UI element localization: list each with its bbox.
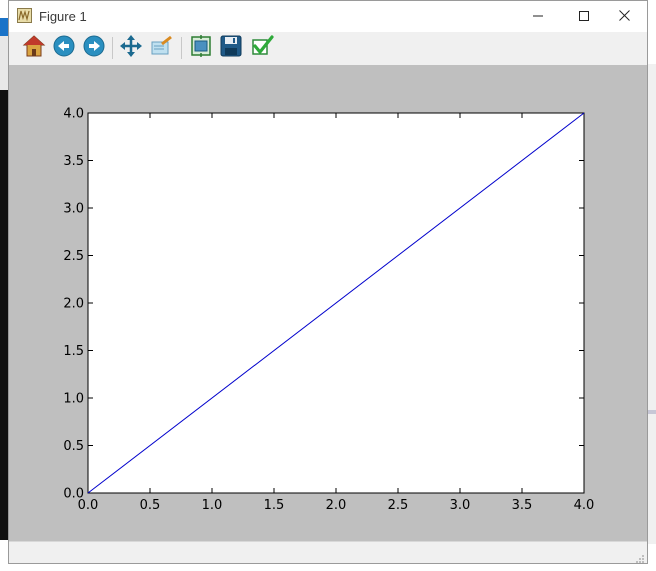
home-icon xyxy=(22,34,46,63)
navigation-toolbar xyxy=(9,32,647,65)
save-button[interactable] xyxy=(218,35,244,61)
x-tick-label: 4.0 xyxy=(574,498,595,513)
home-button[interactable] xyxy=(21,34,47,63)
figure-window: Figure 1 0.0 0.5 1.0 1.5 2.0 2.5 3.0 3.5… xyxy=(8,0,648,564)
back-arrow-icon xyxy=(52,34,76,63)
background-window-strip xyxy=(0,90,8,540)
x-tick-label: 1.0 xyxy=(202,498,223,513)
x-tick-label: 2.0 xyxy=(326,498,347,513)
pan-move-icon xyxy=(119,34,143,63)
resize-grip-icon[interactable] xyxy=(635,551,645,563)
line-chart: 0.0 0.5 1.0 1.5 2.0 2.5 3.0 3.5 4.00.00.51.01.52… xyxy=(63,107,595,514)
zoom-rect-icon xyxy=(150,34,174,63)
pan-button[interactable] xyxy=(118,34,144,63)
x-tick-label: 2.5 xyxy=(388,498,409,513)
toolbar-separator xyxy=(112,37,113,59)
back-button[interactable] xyxy=(51,35,77,61)
title-bar[interactable]: Figure 1 xyxy=(9,1,647,32)
y-tick-label: 4.0 xyxy=(63,107,84,122)
minimize-icon xyxy=(533,8,543,26)
save-floppy-icon xyxy=(219,34,243,63)
window-title: Figure 1 xyxy=(39,9,87,24)
edit-parameters-button[interactable] xyxy=(249,34,275,63)
toolbar-separator xyxy=(181,37,182,59)
x-tick-label: 3.5 xyxy=(512,498,533,513)
y-tick-label: 1.5 xyxy=(63,344,84,359)
close-icon xyxy=(618,8,630,26)
y-tick-label: 1.0 xyxy=(63,392,84,407)
configure-subplots-icon xyxy=(189,34,213,63)
y-tick-label: 3.0 xyxy=(63,202,84,217)
y-tick-label: 0.5 xyxy=(63,439,84,454)
forward-button[interactable] xyxy=(81,35,107,61)
configure-subplots-button[interactable] xyxy=(188,34,214,63)
app-icon xyxy=(17,8,32,23)
x-tick-label: 3.0 xyxy=(450,498,471,513)
background-window-strip xyxy=(0,36,8,90)
minimize-button[interactable] xyxy=(515,1,561,32)
y-tick-label: 0.0 xyxy=(63,487,84,502)
background-window-strip xyxy=(0,18,8,36)
status-bar xyxy=(9,541,647,563)
figure-canvas[interactable]: 0.0 0.5 1.0 1.5 2.0 2.5 3.0 3.5 4.0 0.0 0.5 1.0 1.5 2… xyxy=(9,65,647,541)
maximize-icon xyxy=(579,8,589,26)
y-tick-label: 3.5 xyxy=(63,154,84,169)
close-button[interactable] xyxy=(601,1,647,32)
edit-checkmark-icon xyxy=(250,34,274,63)
y-tick-label: 2.5 xyxy=(63,249,84,264)
x-tick-label: 1.5 xyxy=(264,498,285,513)
x-tick-label: 0.5 xyxy=(140,498,161,513)
background-window-strip xyxy=(648,64,656,544)
forward-arrow-icon xyxy=(82,34,106,63)
zoom-button[interactable] xyxy=(149,35,175,61)
background-window-strip xyxy=(648,410,656,414)
y-tick-label: 2.0 xyxy=(63,297,84,312)
